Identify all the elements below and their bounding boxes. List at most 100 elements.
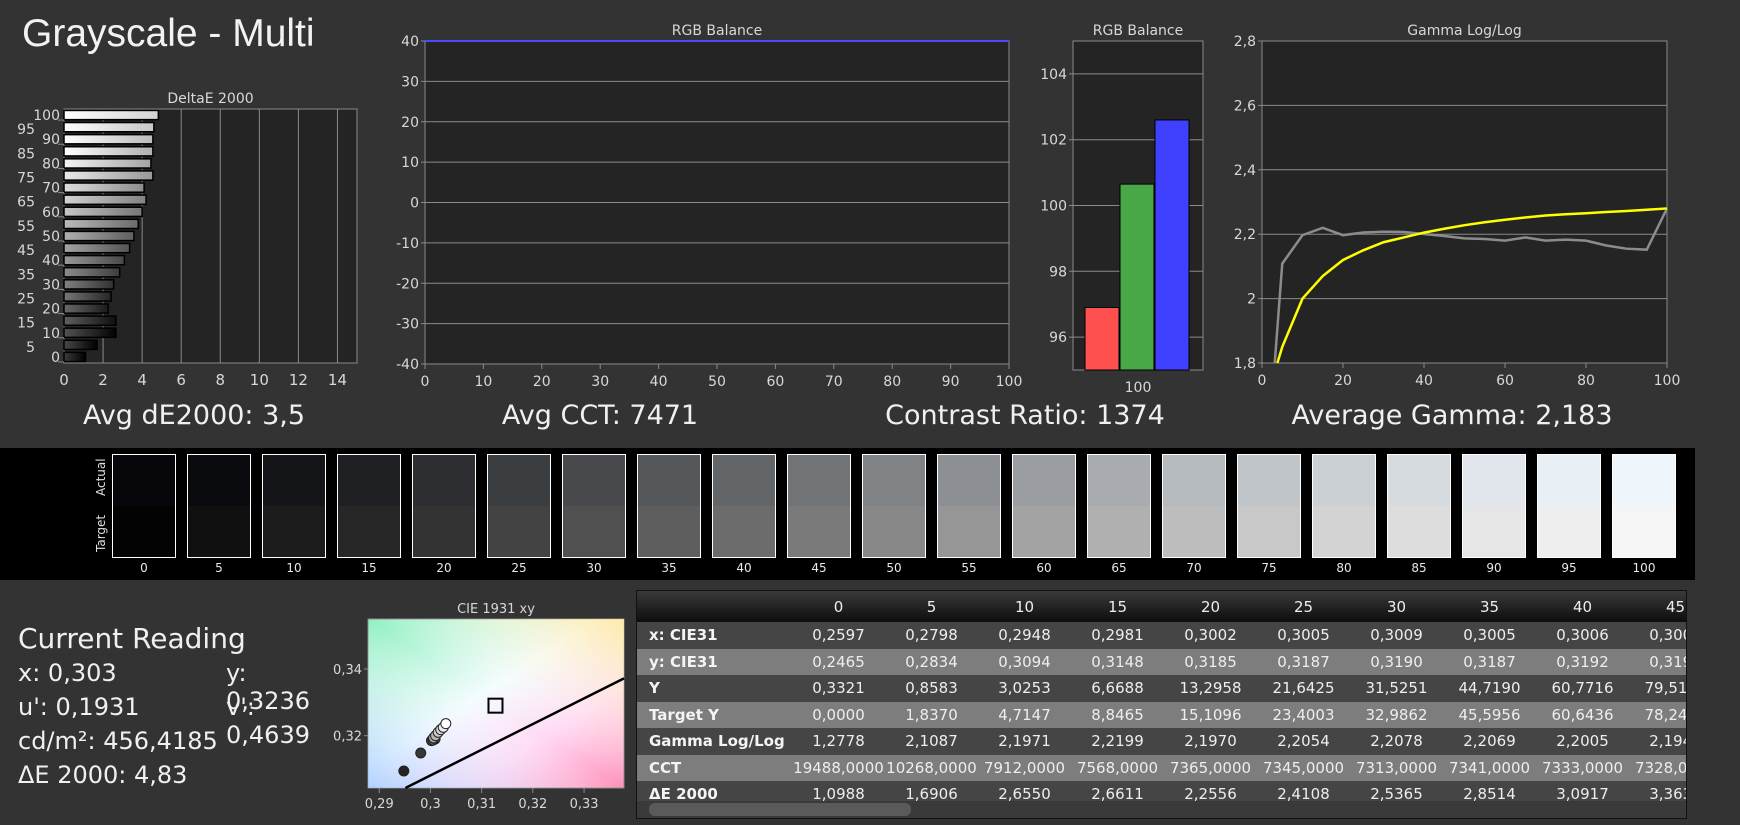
x-tick-label: 0 bbox=[421, 374, 430, 390]
y-tick-label: 40 bbox=[42, 253, 60, 269]
x-tick-label: 0,32 bbox=[518, 797, 547, 812]
swatch-level-label: 35 bbox=[661, 561, 677, 575]
chart-title: CIE 1931 xy bbox=[457, 602, 535, 617]
swatch-level-label: 25 bbox=[511, 561, 527, 575]
y-tick-label: -40 bbox=[396, 357, 419, 373]
swatch-level-label: 40 bbox=[736, 561, 752, 575]
y-tick-label: 75 bbox=[17, 171, 35, 187]
y-tick-label: 90 bbox=[42, 132, 60, 148]
table-cell: 0,3002 bbox=[1184, 626, 1237, 645]
actual-swatch bbox=[1313, 455, 1375, 506]
y-tick-label: 102 bbox=[1040, 133, 1067, 149]
x-tick-label: 100 bbox=[996, 374, 1023, 390]
table-cell: 0,2834 bbox=[905, 652, 958, 671]
actual-swatch bbox=[563, 455, 625, 506]
column-header[interactable]: 30 bbox=[1350, 598, 1443, 616]
deltae-bar bbox=[63, 242, 131, 254]
table-cell: 7345,0000 bbox=[1262, 758, 1345, 777]
row-label: y: CIE31 bbox=[649, 652, 718, 671]
chart-title: RGB Balance bbox=[672, 23, 762, 39]
swatch-level-label: 80 bbox=[1336, 561, 1352, 575]
grayscale-swatch bbox=[1537, 454, 1601, 558]
row-label: CCT bbox=[649, 758, 682, 777]
target-swatch bbox=[1313, 506, 1375, 557]
column-header[interactable]: 0 bbox=[792, 598, 885, 616]
avg-gamma-summary: Average Gamma: 2,183 bbox=[1291, 400, 1613, 431]
column-header[interactable]: 45 bbox=[1629, 598, 1686, 616]
actual-swatch bbox=[263, 455, 325, 506]
table-cell: 23,4003 bbox=[1272, 705, 1335, 724]
current-reading-panel: Current Reading x: 0,303 y: 0,3236 u': 0,… bbox=[18, 622, 310, 795]
table-cell: 3,0253 bbox=[998, 679, 1051, 698]
target-swatch bbox=[863, 506, 925, 557]
table-cell: 79,5153 bbox=[1644, 679, 1687, 698]
y-tick-label: 50 bbox=[42, 229, 60, 245]
x-tick-label: 14 bbox=[328, 371, 347, 389]
table-cell: 7333,0000 bbox=[1541, 758, 1624, 777]
row-label: Gamma Log/Log bbox=[649, 732, 785, 751]
actual-swatch bbox=[863, 455, 925, 506]
horizontal-scrollbar[interactable] bbox=[637, 801, 1686, 818]
deltae-bar bbox=[63, 327, 117, 339]
measurement-point bbox=[440, 718, 452, 730]
x-tick-label: 4 bbox=[137, 371, 147, 389]
y-tick-label: 95 bbox=[17, 122, 35, 138]
grayscale-swatch bbox=[712, 454, 776, 558]
deltae-bar bbox=[63, 121, 155, 133]
table-cell: 0,2798 bbox=[905, 626, 958, 645]
table-cell: 7341,0000 bbox=[1448, 758, 1531, 777]
table-cell: 0,3187 bbox=[1463, 652, 1516, 671]
actual-swatch bbox=[488, 455, 550, 506]
target-swatch bbox=[1163, 506, 1225, 557]
measurement-table: 0510152025303540455x: CIE310,25970,27980… bbox=[636, 590, 1687, 819]
current-reading-heading: Current Reading bbox=[18, 622, 246, 655]
swatch-level-label: 70 bbox=[1186, 561, 1202, 575]
swatch-level-label: 100 bbox=[1632, 561, 1656, 575]
column-header[interactable]: 20 bbox=[1164, 598, 1257, 616]
y-tick-label: 0,34 bbox=[333, 663, 362, 678]
y-tick-label: 2 bbox=[1247, 292, 1256, 308]
gamma-chart: Gamma Log/Log 2,8 2,6 2,4 2,2 2 1,80 20 40 60 80 10… bbox=[1234, 23, 1681, 389]
column-header[interactable]: 25 bbox=[1257, 598, 1350, 616]
rgb-balance-line-chart: RGB Balance403020100-10-20-30-400 10 20 30 4… bbox=[396, 23, 1023, 390]
grayscale-swatch bbox=[862, 454, 926, 558]
scrollbar-thumb[interactable] bbox=[649, 803, 911, 816]
column-header[interactable]: 15 bbox=[1071, 598, 1164, 616]
deltae-bar bbox=[63, 133, 154, 145]
target-swatch bbox=[1088, 506, 1150, 557]
table-row: Target Y 0,0000 1,8370 4,7147 8,8465 15,1096 2… bbox=[637, 701, 1686, 728]
target-swatch bbox=[638, 506, 700, 557]
table-cell: 0,2981 bbox=[1091, 626, 1144, 645]
column-header[interactable]: 40 bbox=[1536, 598, 1629, 616]
column-header[interactable]: 35 bbox=[1443, 598, 1536, 616]
table-row: Gamma Log/Log 1,2778 2,1087 2,1971 2,2199 2,1… bbox=[637, 728, 1686, 755]
table-cell: 32,9862 bbox=[1365, 705, 1428, 724]
x-tick-label: 0 bbox=[1258, 373, 1267, 389]
table-cell: 2,1944 bbox=[1649, 732, 1686, 751]
y-tick-label: 2,6 bbox=[1234, 98, 1256, 114]
blue-bar bbox=[1154, 119, 1190, 371]
actual-swatch bbox=[938, 455, 1000, 506]
y-tick-label: 35 bbox=[17, 267, 35, 283]
y-tick-label: 80 bbox=[42, 156, 60, 172]
grayscale-swatch bbox=[262, 454, 326, 558]
y-tick-label: 100 bbox=[33, 108, 60, 124]
deltae-bar bbox=[63, 339, 98, 351]
table-row: x: CIE31 0,2597 0,2798 0,2948 0,2981 0,3002 0,… bbox=[637, 622, 1686, 649]
x-tick-label: 80 bbox=[883, 374, 901, 390]
contrast-summary: Contrast Ratio: 1374 bbox=[885, 400, 1165, 431]
actual-swatch bbox=[1538, 455, 1600, 506]
column-header[interactable]: 5 bbox=[885, 598, 978, 616]
deltae-bar bbox=[63, 182, 145, 193]
measurement-point bbox=[398, 765, 410, 777]
y-tick-label: 0 bbox=[410, 196, 419, 212]
column-header[interactable]: 10 bbox=[978, 598, 1071, 616]
y-tick-label: 25 bbox=[17, 291, 35, 307]
table-cell: 0,3006 bbox=[1649, 626, 1686, 645]
table-cell: 7912,0000 bbox=[983, 758, 1066, 777]
table-cell: 7365,0000 bbox=[1169, 758, 1252, 777]
y-tick-label: 104 bbox=[1040, 67, 1067, 83]
y-tick-label: 0 bbox=[51, 350, 60, 366]
actual-swatch bbox=[113, 455, 175, 506]
target-swatch bbox=[413, 506, 475, 557]
